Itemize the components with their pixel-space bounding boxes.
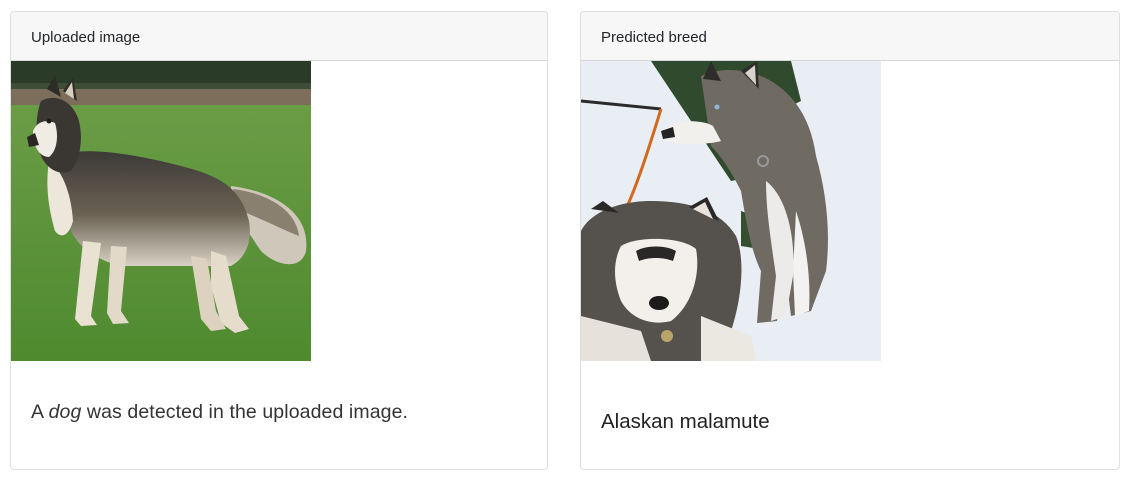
uploaded-image-card: Uploaded image A dog was detected in the… xyxy=(10,11,548,470)
breed-example-photo xyxy=(581,61,881,361)
predicted-breed-header: Predicted breed xyxy=(581,12,1119,61)
detection-result-text: A dog was detected in the uploaded image… xyxy=(31,401,408,424)
detected-species: dog xyxy=(48,401,82,423)
uploaded-dog-photo xyxy=(11,61,311,361)
predicted-breed-card: Predicted breed Alaskan malamute xyxy=(580,11,1120,470)
predicted-breed-name: Alaskan malamute xyxy=(601,410,770,433)
detection-prefix: A xyxy=(31,401,49,423)
uploaded-image-header: Uploaded image xyxy=(11,12,547,61)
detection-suffix: was detected in the uploaded image. xyxy=(81,401,409,423)
